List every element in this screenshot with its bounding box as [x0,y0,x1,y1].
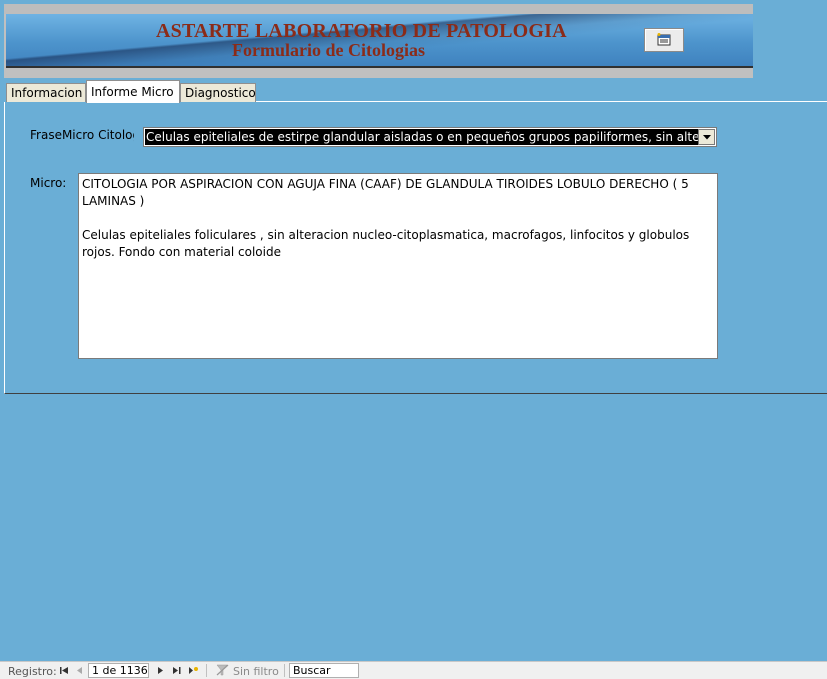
first-record-icon [60,667,68,674]
frase-micro-combobox[interactable]: Celulas epiteliales de estirpe glandular… [143,127,717,147]
header-bottom-strip [4,68,753,78]
report-button[interactable] [644,28,684,52]
frase-micro-value[interactable]: Celulas epiteliales de estirpe glandular… [145,129,698,145]
record-label: Registro: [8,665,57,678]
last-record-button[interactable] [170,664,184,677]
nav-separator [206,664,207,677]
header-banner: ASTARTE LABORATORIO DE PATOLOGIA Formula… [6,14,753,68]
previous-record-icon [77,667,82,674]
tab-informacion[interactable]: Informacion [6,83,86,102]
no-filter-icon [216,664,229,676]
next-record-button[interactable] [154,664,168,677]
micro-textarea[interactable]: CITOLOGIA POR ASPIRACION CON AGUJA FINA … [78,173,718,359]
page-subtitle: Formulario de Citologias [232,40,425,60]
header-top-strip [4,4,753,14]
nav-separator [284,664,285,677]
record-navigation-bar: Registro: 1 de 1136 Sin filtro Buscar [0,661,827,679]
last-record-icon [173,667,181,674]
tab-diagnostico[interactable]: Diagnostico [180,83,256,102]
next-record-icon [158,667,163,674]
filter-status[interactable]: Sin filtro [233,665,279,678]
tab-bar: Informacion Informe Micro Diagnostico [4,80,827,103]
frase-dropdown-button[interactable] [698,129,715,145]
current-record-input[interactable]: 1 de 1136 [88,663,149,678]
tab-informe-micro[interactable]: Informe Micro [86,80,180,103]
micro-label: Micro: [30,176,67,190]
micro-paragraph: Celulas epiteliales foliculares , sin al… [82,228,690,259]
new-record-icon [189,667,198,674]
new-record-button[interactable] [186,664,200,677]
report-icon [657,33,671,46]
previous-record-button[interactable] [74,664,88,677]
search-input[interactable]: Buscar [289,663,359,678]
micro-paragraph: CITOLOGIA POR ASPIRACION CON AGUJA FINA … [82,177,689,208]
form-header: ASTARTE LABORATORIO DE PATOLOGIA Formula… [4,4,753,78]
chevron-down-icon [703,135,711,140]
frase-micro-label: FraseMicro Citolog [30,128,134,142]
first-record-button[interactable] [58,664,72,677]
